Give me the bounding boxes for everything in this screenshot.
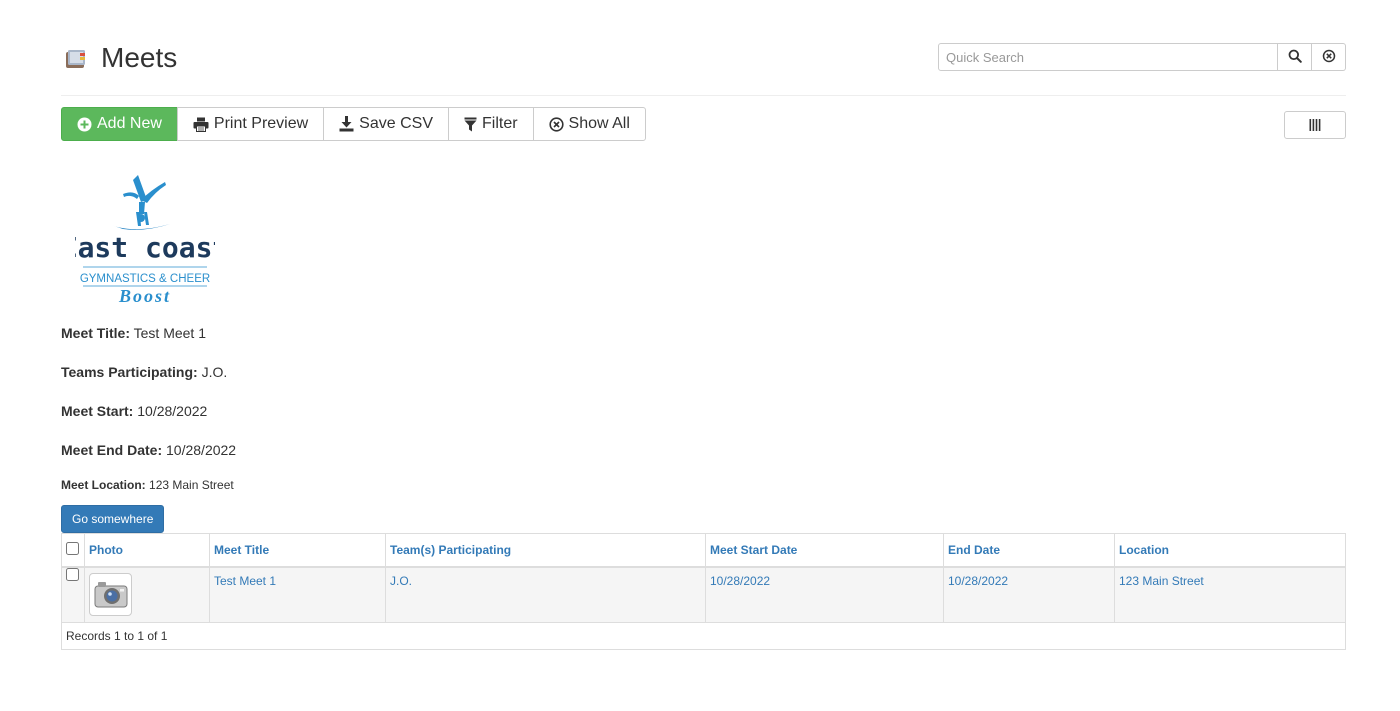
search-input[interactable]	[938, 43, 1278, 71]
columns-button[interactable]	[1284, 111, 1346, 139]
print-preview-label: Print Preview	[213, 115, 309, 132]
book-icon	[65, 49, 87, 69]
meet-start-value: 10/28/2022	[137, 403, 208, 419]
times-circle-icon	[548, 116, 564, 132]
meet-start-field: Meet Start: 10/28/2022	[61, 403, 207, 419]
search-button[interactable]	[1278, 43, 1312, 71]
end-date-cell[interactable]: 10/28/2022	[943, 566, 1115, 623]
print-preview-button[interactable]: Print Preview	[176, 107, 325, 141]
show-all-button[interactable]: Show All	[532, 107, 646, 141]
meet-title-value: Test Meet 1	[133, 325, 206, 341]
add-new-button[interactable]: Add New	[61, 107, 178, 141]
plus-circle-icon	[77, 117, 92, 131]
row-select-cell	[61, 566, 85, 623]
column-header-location[interactable]: Location	[1114, 533, 1346, 568]
show-all-label: Show All	[568, 115, 630, 132]
location-cell[interactable]: 123 Main Street	[1114, 566, 1346, 623]
photo-cell	[84, 566, 210, 623]
meet-title-field: Meet Title: Test Meet 1	[61, 325, 206, 341]
start-date-cell[interactable]: 10/28/2022	[705, 566, 944, 623]
print-icon	[193, 117, 209, 132]
column-header-photo[interactable]: Photo	[84, 533, 210, 568]
logo-line3: Boost	[118, 286, 171, 306]
save-csv-button[interactable]: Save CSV	[323, 107, 449, 141]
logo-line1: East coast	[75, 231, 215, 264]
meet-end-label: Meet End Date:	[61, 442, 163, 458]
meets-table: Photo Meet Title Team(s) Participating M…	[61, 533, 1346, 650]
page-title: Meets	[101, 42, 178, 73]
clear-icon	[1322, 49, 1336, 66]
gymnast-logo-graphic: East coast GYMNASTICS & CHEER Boost	[61, 175, 229, 306]
meet-start-label: Meet Start:	[61, 403, 134, 419]
filter-icon	[464, 117, 477, 131]
add-new-label: Add New	[97, 115, 162, 132]
columns-icon	[1309, 119, 1321, 131]
meet-end-value: 10/28/2022	[166, 442, 237, 458]
meet-location-label: Meet Location:	[61, 478, 146, 492]
records-count: Records 1 to 1 of 1	[61, 621, 1346, 650]
meet-end-field: Meet End Date: 10/28/2022	[61, 442, 236, 458]
column-header-start-date[interactable]: Meet Start Date	[705, 533, 944, 568]
meet-location-value: 123 Main Street	[149, 478, 234, 492]
row-checkbox[interactable]	[66, 567, 79, 581]
search-icon	[1288, 49, 1302, 66]
table-header-row: Photo Meet Title Team(s) Participating M…	[61, 533, 1346, 568]
table-row: Test Meet 1 J.O. 10/28/2022 10/28/2022 1…	[61, 566, 1346, 623]
teams-value: J.O.	[201, 364, 228, 380]
select-all-cell	[61, 533, 85, 568]
filter-label: Filter	[481, 115, 518, 132]
page-header: Meets	[61, 38, 1346, 78]
save-csv-label: Save CSV	[359, 115, 433, 132]
select-all-checkbox[interactable]	[66, 541, 79, 555]
teams-label: Teams Participating:	[61, 364, 198, 380]
teams-cell[interactable]: J.O.	[385, 566, 706, 623]
header-divider	[61, 95, 1346, 96]
camera-icon	[94, 582, 127, 608]
meet-title-label: Meet Title:	[61, 325, 130, 341]
quick-search	[938, 43, 1346, 71]
photo-thumbnail[interactable]	[89, 572, 132, 616]
clear-search-button[interactable]	[1312, 43, 1346, 71]
teams-field: Teams Participating: J.O.	[61, 364, 227, 380]
toolbar: Add New Print Preview Save CSV Filter Sh…	[61, 107, 646, 141]
column-header-teams[interactable]: Team(s) Participating	[385, 533, 706, 568]
meet-title-cell[interactable]: Test Meet 1	[209, 566, 386, 623]
filter-button[interactable]: Filter	[447, 107, 534, 141]
download-icon	[339, 116, 354, 132]
go-somewhere-button[interactable]: Go somewhere	[61, 505, 165, 533]
column-header-meet-title[interactable]: Meet Title	[209, 533, 386, 568]
logo-line2: GYMNASTICS & CHEER	[80, 273, 210, 285]
logo: East coast GYMNASTICS & CHEER Boost	[61, 172, 229, 306]
meet-location-field: Meet Location: 123 Main Street	[61, 478, 234, 492]
column-header-end-date[interactable]: End Date	[943, 533, 1115, 568]
table-footer-row: Records 1 to 1 of 1	[61, 621, 1346, 650]
